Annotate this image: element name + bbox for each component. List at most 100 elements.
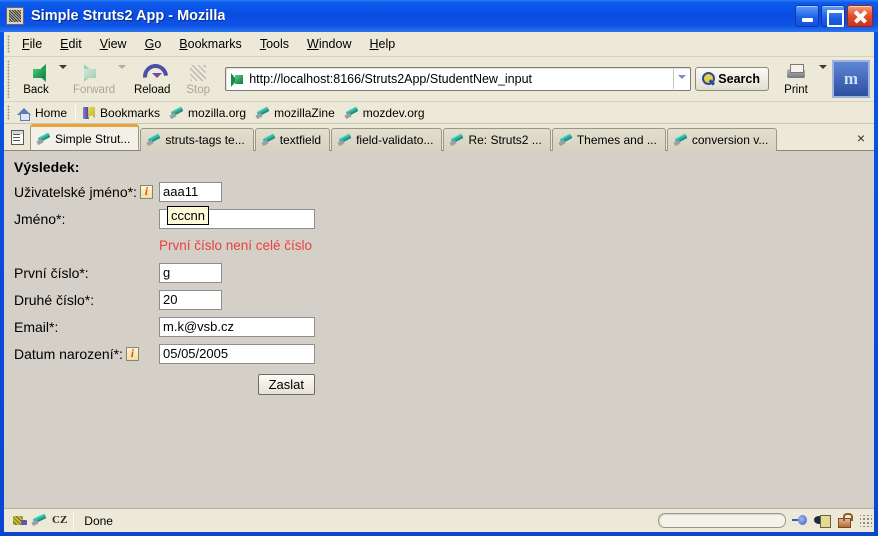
- second-number-input[interactable]: 20: [159, 289, 222, 310]
- stop-button[interactable]: Stop: [175, 58, 221, 100]
- print-button[interactable]: Print: [773, 58, 819, 100]
- status-right-icons: [792, 513, 860, 528]
- label-birthdate: Datum narození*:: [14, 346, 159, 362]
- bookmark-mozdev-org[interactable]: mozdev.org: [341, 105, 431, 121]
- reload-button[interactable]: Reload: [129, 58, 175, 100]
- tab-label: Simple Strut...: [55, 131, 131, 146]
- cookie-icon[interactable]: [814, 513, 831, 528]
- reload-icon: [140, 62, 164, 84]
- bookmark-mozillazine-label: mozillaZine: [274, 105, 335, 120]
- label-email: Email*:: [14, 318, 59, 335]
- bookmarks-folder-icon: [82, 106, 96, 120]
- menu-bar: File Edit View Go Bookmarks Tools Window…: [4, 32, 874, 57]
- list-all-tabs-button[interactable]: [4, 124, 30, 150]
- resize-grip[interactable]: [860, 514, 872, 527]
- label-second-number: Druhé číslo*:: [14, 291, 95, 308]
- form-row-email: Email*: m.k@vsb.cz: [14, 313, 874, 340]
- username-input[interactable]: aaa11: [159, 181, 222, 202]
- page-favicon-icon: [229, 71, 246, 88]
- window-title: Simple Struts2 App - Mozilla: [31, 8, 226, 24]
- page-title: Výsledek:: [14, 159, 80, 175]
- menu-go[interactable]: Go: [136, 34, 171, 54]
- bookmark-home[interactable]: Home: [13, 105, 73, 121]
- menu-window[interactable]: Window: [298, 34, 360, 54]
- label-username: Uživatelské jméno*:: [14, 184, 159, 200]
- pen-icon[interactable]: [32, 513, 48, 528]
- back-history-dropdown-icon[interactable]: [59, 65, 67, 73]
- bookmark-mozillazine[interactable]: mozillaZine: [252, 105, 341, 121]
- label-name: Jméno*:: [14, 210, 66, 227]
- tab-label: struts-tags te...: [165, 133, 245, 147]
- bookmark-separator: [75, 104, 77, 121]
- close-window-button[interactable]: [847, 5, 873, 27]
- forward-history-dropdown-icon[interactable]: [118, 65, 127, 73]
- tab-simple-struts[interactable]: Simple Strut...: [30, 124, 140, 150]
- menu-edit[interactable]: Edit: [51, 34, 91, 54]
- pen-icon: [256, 106, 270, 120]
- tab-label: Themes and ...: [576, 133, 657, 147]
- pen-icon: [674, 133, 688, 147]
- pen-icon: [170, 106, 184, 120]
- list-tabs-icon: [9, 129, 25, 145]
- url-bar[interactable]: http://localhost:8166/Struts2App/Student…: [225, 67, 692, 91]
- email-input[interactable]: m.k@vsb.cz: [159, 316, 315, 337]
- browser-chrome: File Edit View Go Bookmarks Tools Window…: [4, 32, 874, 532]
- tab-label: conversion v...: [691, 133, 769, 147]
- back-label: Back: [23, 83, 49, 96]
- info-icon[interactable]: [125, 346, 139, 361]
- bookmarkbar-grippy[interactable]: [4, 102, 13, 123]
- title-bar-left: Simple Struts2 App - Mozilla: [0, 7, 795, 25]
- menu-help[interactable]: Help: [360, 34, 404, 54]
- search-button[interactable]: Search: [695, 67, 769, 91]
- tab-conversion-v[interactable]: conversion v...: [666, 128, 778, 151]
- tab-struts-tags[interactable]: struts-tags te...: [140, 128, 254, 151]
- language-cz-icon[interactable]: CZ: [52, 513, 67, 528]
- form-row-birthdate: Datum narození*: 05/05/2005: [14, 340, 874, 367]
- status-message: Done: [84, 513, 113, 528]
- url-input[interactable]: http://localhost:8166/Struts2App/Student…: [249, 69, 673, 89]
- menu-file[interactable]: File: [13, 34, 51, 54]
- tab-label: textfield: [279, 133, 322, 147]
- tab-themes-and[interactable]: Themes and ...: [551, 128, 666, 151]
- tab-re-struts2[interactable]: Re: Struts2 ...: [443, 128, 551, 151]
- connection-icon[interactable]: [792, 513, 808, 528]
- info-icon[interactable]: [139, 184, 153, 199]
- url-dropdown-icon[interactable]: [673, 69, 690, 89]
- tab-textfield[interactable]: textfield: [254, 128, 331, 151]
- navbar-grippy[interactable]: [4, 57, 13, 101]
- pen-icon: [338, 133, 352, 147]
- menu-bookmarks[interactable]: Bookmarks: [170, 34, 251, 54]
- validation-error-message: První číslo není celé číslo: [159, 238, 313, 253]
- window-controls: [795, 5, 878, 27]
- menu-grippy[interactable]: [4, 32, 13, 56]
- maximize-button[interactable]: [821, 5, 845, 27]
- pen-icon: [450, 133, 464, 147]
- form-row-first-number: První číslo*: g: [14, 259, 874, 286]
- print-dropdown-icon[interactable]: [819, 65, 827, 73]
- back-arrow-icon: [24, 62, 48, 84]
- app-icon: [6, 7, 24, 25]
- close-tab-button[interactable]: ×: [848, 126, 874, 150]
- submit-button[interactable]: Zaslat: [257, 373, 315, 395]
- menu-view[interactable]: View: [91, 34, 136, 54]
- submit-wrap: Zaslat: [159, 373, 315, 395]
- security-lock-icon[interactable]: [836, 513, 853, 528]
- bookmark-bookmarks[interactable]: Bookmarks: [78, 105, 166, 121]
- first-number-input[interactable]: g: [159, 262, 222, 283]
- back-button[interactable]: Back: [13, 58, 59, 100]
- pen-icon: [345, 106, 359, 120]
- network-status-icon[interactable]: [12, 513, 28, 528]
- bookmark-mozilla-org[interactable]: mozilla.org: [166, 105, 252, 121]
- tab-label: Re: Struts2 ...: [468, 133, 542, 147]
- forward-button[interactable]: Forward: [70, 58, 118, 100]
- page-content: Výsledek: Uživatelské jméno*: aaa11 Jmén…: [4, 151, 874, 508]
- pen-icon: [147, 133, 161, 147]
- navigation-toolbar: Back Forward Reload Stop http://localhos…: [4, 57, 874, 102]
- menu-tools[interactable]: Tools: [251, 34, 298, 54]
- minimize-button[interactable]: [795, 5, 819, 27]
- tab-field-validator[interactable]: field-validato...: [331, 128, 443, 151]
- birthdate-input[interactable]: 05/05/2005: [159, 343, 315, 364]
- mozilla-brand-button[interactable]: m: [832, 60, 870, 98]
- pen-icon: [559, 133, 573, 147]
- bookmarks-toolbar: Home Bookmarks mozilla.org mozillaZine m…: [4, 102, 874, 124]
